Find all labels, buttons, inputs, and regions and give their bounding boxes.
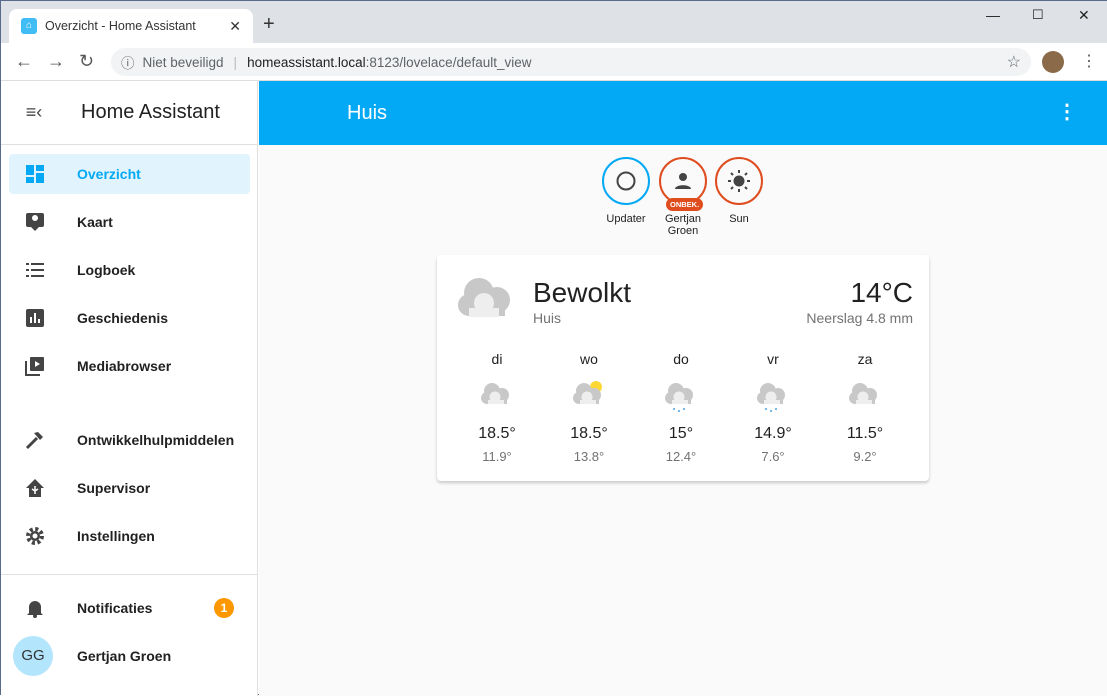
app-header: Huis ⋮ (259, 81, 1107, 145)
forecast-high: 14.9° (754, 425, 792, 442)
forecast-day-label: di (491, 351, 503, 367)
address-bar[interactable]: ⓘ Niet beveiligd | homeassistant.local:8… (111, 48, 1031, 76)
badge-label: Updater (606, 213, 646, 225)
forecast-day: do 15° 12.4° (635, 351, 727, 464)
sidebar-item-mediabrowser[interactable]: Mediabrowser (9, 346, 250, 386)
reload-button[interactable]: ↻ (79, 51, 94, 72)
badge-sun[interactable]: Sun (709, 157, 769, 225)
forward-button[interactable]: → (47, 51, 65, 72)
chart-box-icon (9, 308, 61, 328)
browser-menu-icon[interactable]: ⋮ (1081, 51, 1097, 71)
new-tab-button[interactable]: + (263, 13, 275, 36)
cloudy-icon (451, 373, 543, 421)
weather-precipitation: Neerslag 4.8 mm (806, 310, 913, 326)
minimize-button[interactable]: — (986, 7, 1000, 23)
circle-outline-icon (616, 171, 636, 191)
forecast-day-label: vr (767, 351, 779, 367)
forecast-low: 7.6° (761, 449, 785, 464)
forecast-high: 18.5° (570, 425, 608, 442)
badge-state: ONBEK. (666, 198, 704, 211)
forecast-day: za 11.5° 9.2° (819, 351, 911, 464)
sidebar-item-profile[interactable]: Gertjan Groen (9, 636, 250, 676)
tab-title: Overzicht - Home Assistant (45, 19, 196, 33)
partly-cloudy-icon (543, 373, 635, 421)
weather-temperature: 14°C (850, 277, 913, 308)
sidebar-item-supervisor[interactable]: Supervisor (9, 468, 250, 508)
info-icon[interactable]: ⓘ (121, 52, 135, 72)
url-path: :8123/lovelace/default_view (365, 54, 532, 70)
maximize-button[interactable]: ☐ (1032, 7, 1044, 23)
home-assistant-favicon-icon: ⌂ (21, 18, 37, 34)
sidebar-item-logboek[interactable]: Logboek (9, 250, 250, 290)
forecast-day-label: do (673, 351, 689, 367)
url-host: homeassistant.local (247, 54, 366, 70)
hammer-icon (9, 430, 61, 450)
sidebar-item-notificaties[interactable]: Notificaties 1 (9, 588, 250, 628)
map-account-icon (9, 212, 61, 232)
sidebar-item-instellingen[interactable]: Instellingen (9, 516, 250, 556)
cloudy-icon (819, 373, 911, 421)
sidebar: ≡‹ Home Assistant Overzicht Kaart Logboek… (1, 81, 258, 696)
sun-icon (728, 170, 750, 192)
bookmark-star-icon[interactable]: ☆ (1007, 52, 1021, 72)
rainy-icon (635, 373, 727, 421)
cloudy-icon (458, 278, 510, 317)
weather-location: Huis (533, 310, 562, 326)
rainy-icon (727, 373, 819, 421)
dashboard-icon (9, 164, 61, 184)
forecast-low: 12.4° (665, 449, 697, 464)
back-button[interactable]: ← (15, 51, 33, 72)
forecast-day-label: wo (580, 351, 598, 367)
play-box-multiple-icon (9, 356, 61, 376)
forecast-day: vr 14.9° 7.6° (727, 351, 819, 464)
sidebar-item-kaart[interactable]: Kaart (9, 202, 250, 242)
badge-label: Gertjan Groen (664, 213, 702, 237)
overflow-menu-icon[interactable]: ⋮ (1057, 99, 1077, 124)
forecast-high: 11.5° (846, 425, 884, 442)
forecast-day: wo 18.5° 13.8° (543, 351, 635, 464)
browser-titlebar: ⌂ Overzicht - Home Assistant ✕ + — ☐ ✕ (1, 1, 1107, 43)
main-view: Updater ONBEK. Gertjan Groen Sun Bewolkt … (259, 145, 1107, 696)
profile-avatar[interactable] (1042, 51, 1064, 73)
badge-label: Sun (729, 213, 749, 225)
account-icon (675, 173, 691, 189)
view-title: Huis (347, 102, 388, 124)
forecast-low: 13.8° (573, 449, 605, 464)
menu-collapse-icon[interactable]: ≡‹ (1, 102, 67, 123)
weather-condition: Bewolkt (533, 277, 632, 308)
badge-updater[interactable]: Updater (596, 157, 656, 225)
forecast-high: 18.5° (478, 425, 516, 442)
close-tab-icon[interactable]: ✕ (229, 18, 241, 35)
browser-toolbar: ← → ↻ ⓘ Niet beveiligd | homeassistant.l… (1, 43, 1107, 81)
bell-icon (9, 598, 61, 618)
weather-card[interactable]: Bewolkt Huis 14°C Neerslag 4.8 mm di 18.5… (437, 255, 929, 481)
gear-icon (9, 526, 61, 546)
home-assistant-icon (9, 478, 61, 498)
security-label: Niet beveiligd (142, 54, 224, 70)
close-window-button[interactable]: ✕ (1078, 7, 1090, 24)
forecast-low: 9.2° (853, 449, 877, 464)
forecast-low: 11.9° (482, 449, 512, 464)
sidebar-divider (1, 574, 258, 575)
sidebar-item-geschiedenis[interactable]: Geschiedenis (9, 298, 250, 338)
browser-tab[interactable]: ⌂ Overzicht - Home Assistant ✕ (9, 9, 253, 43)
badge-person[interactable]: ONBEK. Gertjan Groen (653, 157, 713, 237)
sidebar-title: Home Assistant (81, 101, 220, 123)
sidebar-item-overzicht[interactable]: Overzicht (9, 154, 250, 194)
forecast-day-label: za (857, 351, 873, 367)
sidebar-item-ontwikkelhulpmiddelen[interactable]: Ontwikkelhulpmiddelen (9, 420, 250, 460)
forecast-high: 15° (668, 425, 694, 442)
list-icon (9, 260, 61, 280)
notification-count-badge: 1 (214, 598, 234, 618)
forecast-day: di 18.5° 11.9° (451, 351, 543, 464)
